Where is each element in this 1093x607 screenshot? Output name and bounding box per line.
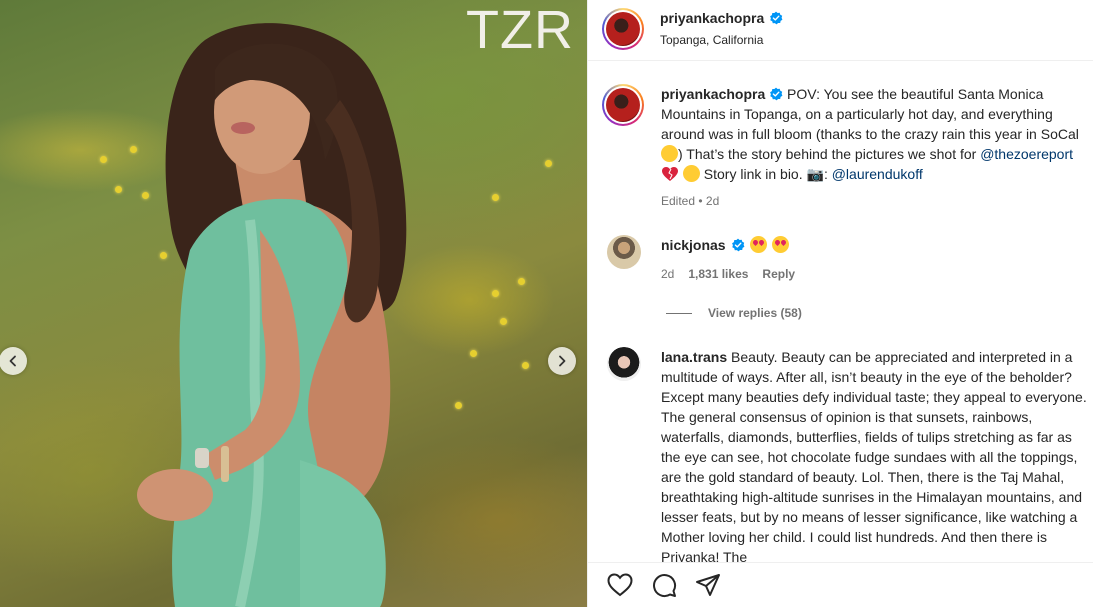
caption-text: Story link in bio. — [699, 166, 807, 182]
post-media[interactable]: TZR — [0, 0, 587, 607]
caption-author-avatar[interactable] — [602, 84, 644, 126]
comment-likes[interactable]: 1,831 likes — [688, 267, 748, 281]
view-replies-label: View replies (58) — [708, 306, 802, 320]
comment-icon — [653, 574, 677, 598]
comments-section[interactable]: priyankachopra POV: You see the beautifu… — [588, 62, 1093, 562]
heart-eyes-emoji-icon — [749, 236, 767, 253]
post-location[interactable]: Topanga, California — [660, 33, 763, 47]
reply-button[interactable]: Reply — [762, 267, 795, 281]
verified-badge-icon — [770, 11, 783, 25]
caption-text: ) That’s the story behind the pictures w… — [678, 146, 981, 162]
comment: nickjonas — [661, 236, 789, 253]
mention-link[interactable]: @laurendukoff — [832, 166, 923, 182]
author-avatar[interactable] — [602, 8, 644, 50]
mention-link[interactable]: @thezoereport — [980, 146, 1073, 162]
post-details-panel: priyankachopra Topanga, California priya… — [587, 0, 1093, 607]
comment-meta: 2d 1,831 likes Reply — [661, 267, 795, 281]
chevron-left-icon — [9, 355, 16, 367]
like-button[interactable] — [606, 571, 634, 599]
commenter-username[interactable]: lana.trans — [661, 349, 727, 365]
chevron-right-icon — [559, 355, 566, 367]
verified-badge-icon — [770, 87, 783, 101]
brand-logo: TZR — [466, 0, 574, 60]
heart-eyes-emoji-icon — [771, 236, 789, 253]
post-header: priyankachopra Topanga, California — [588, 0, 1093, 61]
verified-badge-icon — [731, 238, 744, 251]
next-slide-button[interactable] — [548, 347, 576, 375]
commenter-avatar[interactable] — [607, 347, 641, 381]
commenter-avatar[interactable] — [607, 235, 641, 269]
share-icon — [696, 574, 720, 596]
comment-text: Beauty. Beauty can be appreciated and in… — [661, 349, 1087, 562]
view-replies-button[interactable]: View replies (58) — [666, 306, 802, 320]
wink-emoji-icon — [682, 165, 700, 182]
divider — [666, 312, 692, 314]
share-button[interactable] — [694, 571, 722, 599]
previous-slide-button[interactable] — [0, 347, 27, 375]
commenter-username[interactable]: nickjonas — [661, 237, 726, 253]
comment-age[interactable]: 2d — [661, 267, 674, 281]
model-figure — [137, 23, 407, 607]
action-bar — [588, 562, 1093, 607]
caption-edited-time[interactable]: Edited • 2d — [661, 194, 719, 208]
heart-icon — [607, 573, 633, 597]
camera-emoji-icon: 📷 — [806, 166, 824, 182]
comment-button[interactable] — [650, 571, 678, 599]
comment: lana.trans Beauty. Beauty can be appreci… — [661, 347, 1093, 562]
caption-username[interactable]: priyankachopra — [661, 86, 765, 102]
author-username[interactable]: priyankachopra — [660, 10, 764, 26]
caption-text: : — [823, 166, 832, 182]
yum-emoji-icon — [661, 145, 678, 162]
heart-emoji-icon — [662, 167, 678, 181]
post-caption: priyankachopra POV: You see the beautifu… — [661, 84, 1093, 184]
